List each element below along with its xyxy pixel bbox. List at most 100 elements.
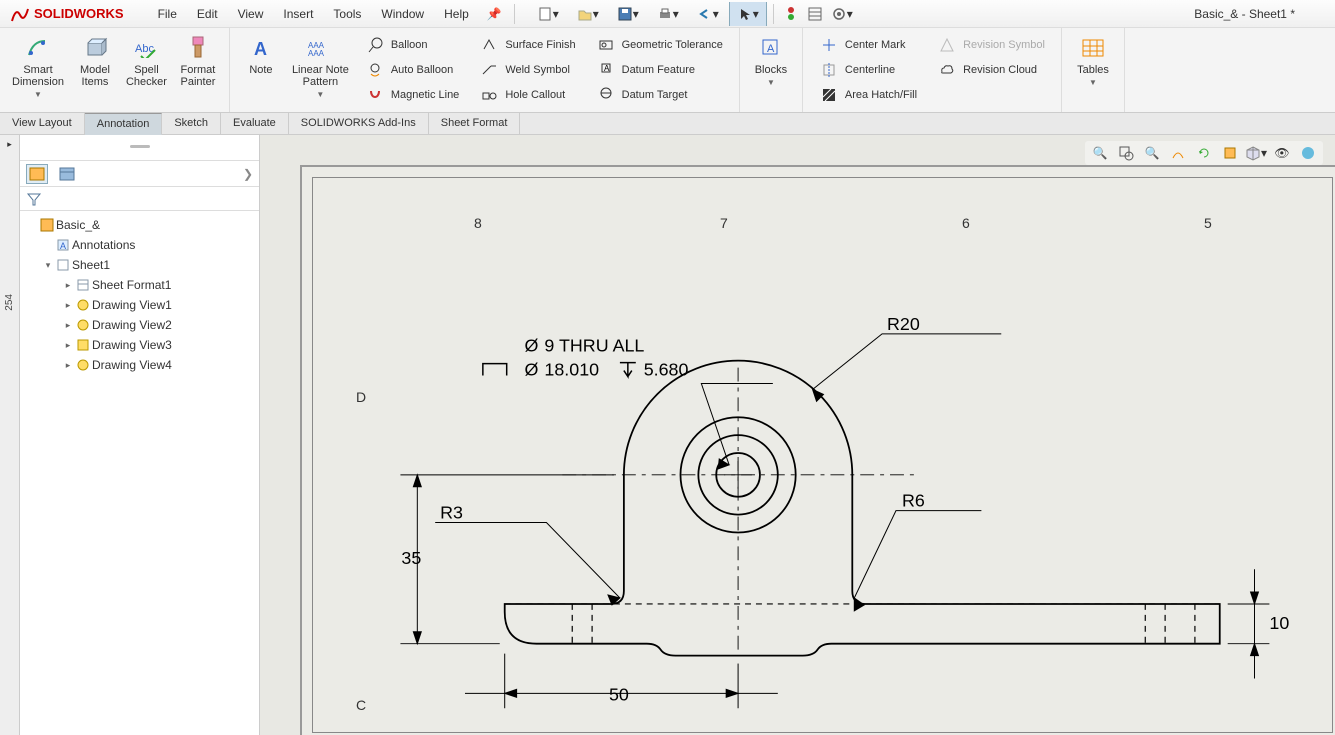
main-menus: File Edit View Insert Tools Window Help [148, 0, 479, 28]
tables-button[interactable]: Tables▼ [1068, 30, 1118, 110]
format-painter-button[interactable]: Format Painter [173, 30, 223, 110]
menu-view[interactable]: View [228, 0, 274, 28]
tree-view2[interactable]: ▸Drawing View2 [22, 315, 257, 335]
geometric-tolerance-button[interactable]: Geometric Tolerance [590, 33, 729, 57]
select-button[interactable]: ▾ [729, 2, 767, 26]
panel-header [20, 135, 259, 161]
smart-dimension-button[interactable]: Smart Dimension▼ [6, 30, 70, 110]
cube-view-icon[interactable]: ▾ [1245, 143, 1267, 163]
hole-callout-button[interactable]: Hole Callout [473, 83, 581, 107]
save-button[interactable]: ▾ [609, 2, 647, 26]
funnel-icon [26, 192, 42, 206]
main-area: ▸ 254 ❯ Basic_& AAnnotations ▾Sheet1 ▸Sh… [0, 135, 1335, 735]
section-view-icon[interactable] [1167, 143, 1189, 163]
new-button[interactable]: ▾ [529, 2, 567, 26]
menu-file[interactable]: File [148, 0, 187, 28]
tree-view3[interactable]: ▸Drawing View3 [22, 335, 257, 355]
dim-cbore-dia: 18.010 [544, 360, 599, 380]
balloon-button[interactable]: Balloon [359, 33, 466, 57]
drawing-content: 35 50 10 [302, 167, 1335, 735]
model-items-button[interactable]: Model Items [70, 30, 120, 110]
settings-button[interactable]: ▾ [828, 2, 856, 26]
svg-text:Ø: Ø [525, 360, 539, 380]
rotate-view-icon[interactable] [1193, 143, 1215, 163]
menu-bar: SOLIDWORKS File Edit View Insert Tools W… [0, 0, 1335, 28]
magnetic-line-button[interactable]: Magnetic Line [359, 83, 466, 107]
center-mark-button[interactable]: Center Mark [813, 33, 923, 57]
revision-cloud-button[interactable]: Revision Cloud [931, 58, 1051, 82]
dim-cbore-depth: 5.680 [644, 360, 689, 380]
tab-view-layout[interactable]: View Layout [0, 113, 85, 135]
auto-balloon-button[interactable]: Auto Balloon [359, 58, 466, 82]
svg-text:A: A [254, 39, 267, 59]
command-tabs: View Layout Annotation Sketch Evaluate S… [0, 113, 1335, 135]
hide-show-icon[interactable]: 👁 [1271, 143, 1293, 163]
linear-note-pattern-button[interactable]: AAAAAA Linear Note Pattern▼ [286, 30, 355, 110]
feature-tree: Basic_& AAnnotations ▾Sheet1 ▸Sheet Form… [20, 211, 259, 735]
datum-target-button[interactable]: Datum Target [590, 83, 729, 107]
dim-r20: R20 [887, 314, 920, 334]
dim-hole-thru: 9 THRU ALL [544, 336, 644, 356]
tab-evaluate[interactable]: Evaluate [221, 113, 289, 135]
svg-text:Ø: Ø [525, 336, 539, 356]
tree-root[interactable]: Basic_& [22, 215, 257, 235]
weld-symbol-button[interactable]: Weld Symbol [473, 58, 581, 82]
tree-sheet[interactable]: ▾Sheet1 [22, 255, 257, 275]
tree-sheet-format[interactable]: ▸Sheet Format1 [22, 275, 257, 295]
tree-view4[interactable]: ▸Drawing View4 [22, 355, 257, 375]
menu-insert[interactable]: Insert [273, 0, 323, 28]
zoom-area-icon[interactable] [1115, 143, 1137, 163]
revision-symbol-button: Revision Symbol [931, 33, 1051, 57]
area-hatch-button[interactable]: Area Hatch/Fill [813, 83, 923, 107]
traffic-light-icon[interactable] [780, 2, 802, 26]
svg-text:AAA: AAA [308, 49, 325, 58]
blocks-button[interactable]: A Blocks▼ [746, 30, 796, 110]
document-title: Basic_& - Sheet1 * [1194, 7, 1295, 21]
panel-expand-icon[interactable]: ❯ [243, 167, 253, 181]
prev-view-icon[interactable]: 🔍 [1141, 143, 1163, 163]
tab-sheet-format[interactable]: Sheet Format [429, 113, 521, 135]
app-logo: SOLIDWORKS [0, 5, 134, 23]
display-style-icon[interactable] [1219, 143, 1241, 163]
dim-r6: R6 [902, 491, 925, 511]
print-button[interactable]: ▾ [649, 2, 687, 26]
dim-35: 35 [401, 548, 421, 568]
zoom-fit-icon[interactable]: 🔍 [1089, 143, 1111, 163]
tree-view1[interactable]: ▸Drawing View1 [22, 295, 257, 315]
ruler-value: 254 [4, 294, 15, 311]
datum-feature-button[interactable]: ADatum Feature [590, 58, 729, 82]
dim-r3: R3 [440, 503, 463, 523]
menu-window[interactable]: Window [371, 0, 434, 28]
dim-10: 10 [1269, 613, 1289, 633]
dim-50: 50 [609, 684, 629, 704]
feature-tree-tab-icon[interactable] [26, 164, 48, 184]
appearance-icon[interactable] [1297, 143, 1319, 163]
options-button[interactable] [804, 2, 826, 26]
menu-tools[interactable]: Tools [323, 0, 371, 28]
panel-tabs: ❯ [20, 161, 259, 187]
tree-annotations[interactable]: AAnnotations [22, 235, 257, 255]
filter-bar[interactable] [20, 187, 259, 211]
undo-button[interactable]: ▾ [689, 2, 727, 26]
feature-manager-panel: ❯ Basic_& AAnnotations ▾Sheet1 ▸Sheet Fo… [20, 135, 260, 735]
property-tab-icon[interactable] [56, 164, 78, 184]
heads-up-toolbar: 🔍 🔍 ▾ 👁 [1085, 141, 1323, 165]
spell-checker-button[interactable]: Abc Spell Checker [120, 30, 173, 110]
pin-icon[interactable]: 📌 [479, 7, 510, 21]
open-button[interactable]: ▾ [569, 2, 607, 26]
app-name: SOLIDWORKS [34, 6, 124, 21]
tab-annotation[interactable]: Annotation [85, 113, 163, 135]
note-button[interactable]: A Note [236, 30, 286, 110]
svg-text:A: A [767, 43, 775, 55]
centerline-button[interactable]: Centerline [813, 58, 923, 82]
menu-edit[interactable]: Edit [187, 0, 228, 28]
drawing-sheet: 8 7 6 5 D C [300, 165, 1335, 735]
quick-access-toolbar: ▾ ▾ ▾ ▾ ▾ ▾ ▾ [529, 2, 856, 26]
menu-help[interactable]: Help [434, 0, 479, 28]
svg-text:A: A [604, 64, 610, 73]
left-ruler: ▸ 254 [0, 135, 20, 735]
tab-sketch[interactable]: Sketch [162, 113, 221, 135]
drawing-canvas[interactable]: 🔍 🔍 ▾ 👁 8 7 6 5 D C [260, 135, 1335, 735]
tab-addins[interactable]: SOLIDWORKS Add-Ins [289, 113, 429, 135]
surface-finish-button[interactable]: Surface Finish [473, 33, 581, 57]
